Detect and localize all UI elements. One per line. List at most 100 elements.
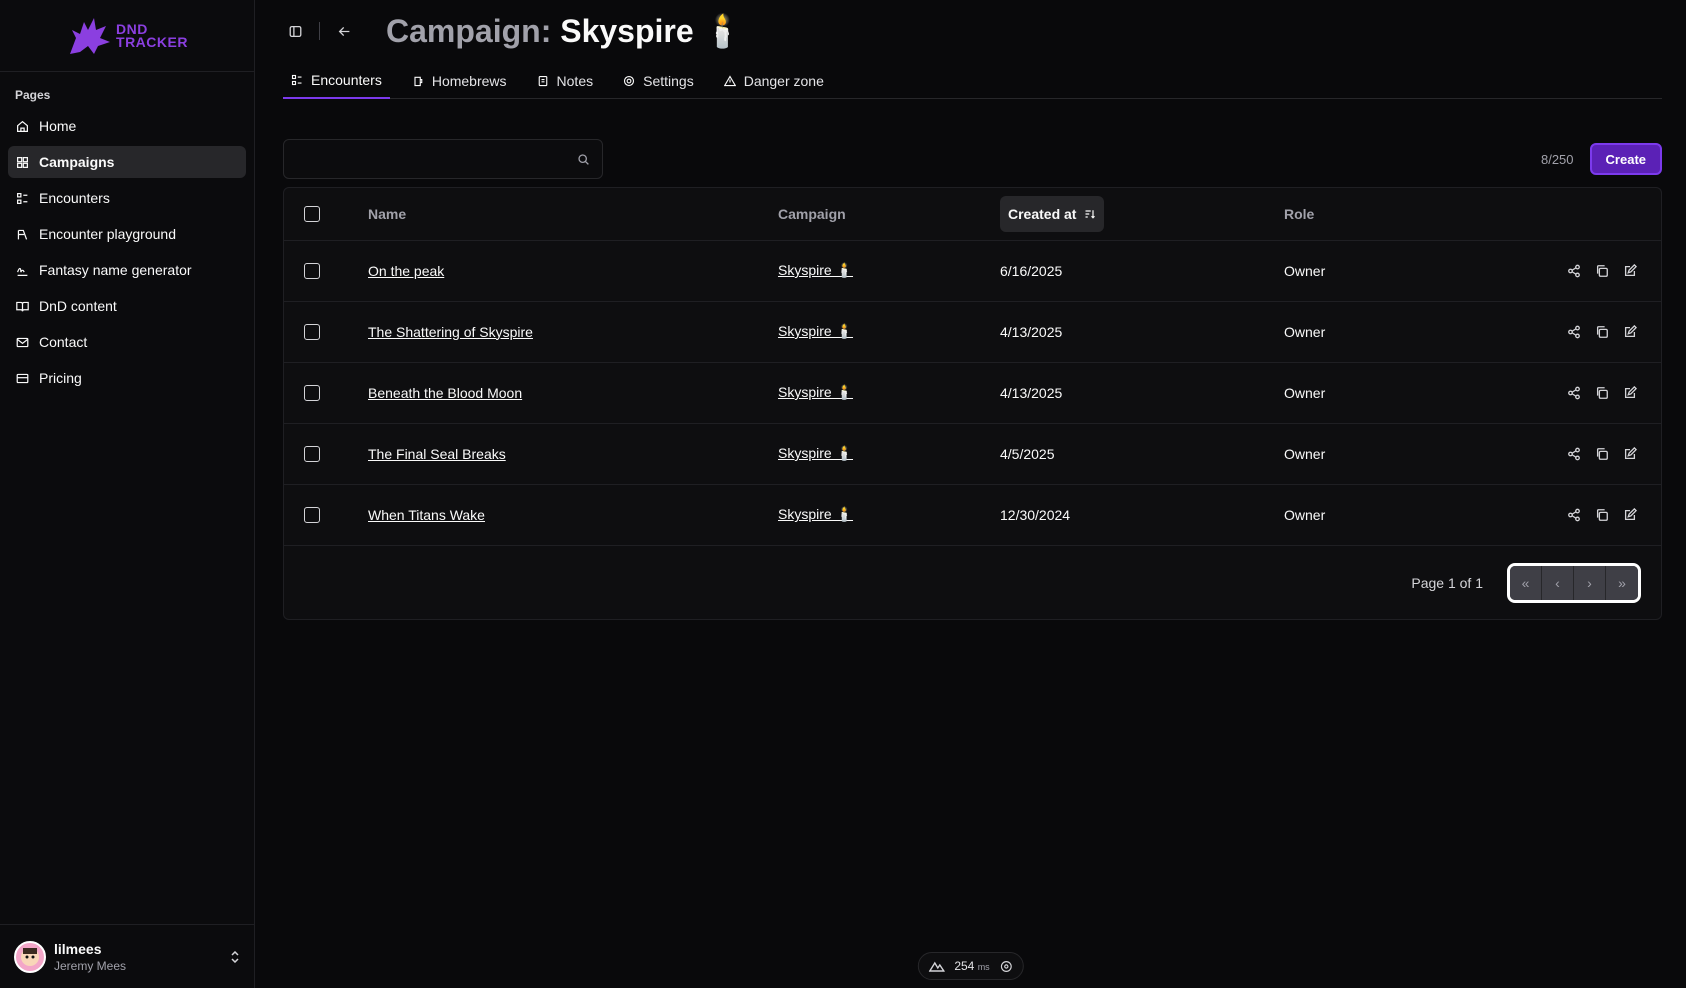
tab-notes[interactable]: Notes (529, 62, 602, 99)
card-icon (16, 373, 29, 383)
sidebar-item-label: DnD content (39, 298, 117, 314)
sort-icon (1085, 210, 1096, 219)
tab-homebrews[interactable]: Homebrews (404, 62, 515, 99)
sidebar-nav: Home Campaigns Encounters Encounter play… (0, 110, 254, 394)
user-menu[interactable]: lilmees Jeremy Mees (0, 924, 254, 988)
chevrons-left-icon: « (1521, 574, 1530, 591)
sort-created-label: Created at (1008, 205, 1077, 222)
column-header-actions (1399, 188, 1661, 240)
grid-icon (17, 156, 28, 168)
copy-icon[interactable] (1595, 386, 1609, 400)
logo[interactable]: DND TRACKER (66, 16, 188, 56)
row-checkbox[interactable] (304, 446, 320, 463)
next-page-button[interactable]: › (1574, 565, 1606, 600)
toggle-sidebar-button[interactable] (283, 19, 307, 43)
campaign-link[interactable]: Skyspire 🕯️ (778, 445, 853, 461)
encounter-name-link[interactable]: Beneath the Blood Moon (368, 385, 522, 401)
row-name-cell: The Final Seal Breaks (368, 422, 778, 484)
tabs: Encounters Homebrews Notes Settings Dang… (283, 62, 1662, 99)
mountain-icon (928, 961, 945, 972)
sort-created-button[interactable]: Created at (1000, 195, 1105, 232)
sidebar-item-label: Contact (39, 334, 88, 350)
user-text: lilmees Jeremy Mees (54, 941, 222, 973)
edit-icon[interactable] (1623, 263, 1637, 278)
edit-icon[interactable] (1623, 446, 1637, 461)
copy-icon[interactable] (1595, 447, 1609, 461)
row-created-cell: 4/13/2025 (1000, 300, 1284, 362)
row-role-cell: Owner (1284, 422, 1399, 484)
beer-icon (414, 76, 423, 86)
sidebar-item-encounters[interactable]: Encounters (8, 182, 246, 214)
tab-label: Homebrews (431, 72, 507, 89)
row-name-cell: On the peak (368, 239, 778, 301)
row-created-cell: 4/13/2025 (1000, 361, 1284, 423)
list-icon (17, 192, 28, 204)
copy-icon[interactable] (1595, 508, 1609, 522)
row-checkbox[interactable] (304, 385, 320, 402)
pages-section-label: Pages (15, 88, 51, 102)
sidebar-item-home[interactable]: Home (8, 110, 246, 142)
share-icon[interactable] (1567, 447, 1581, 461)
row-campaign-cell: Skyspire 🕯️ (778, 483, 1000, 545)
copy-icon[interactable] (1595, 325, 1609, 339)
logo-text: DND TRACKER (116, 22, 188, 49)
campaign-link[interactable]: Skyspire 🕯️ (778, 262, 853, 278)
row-actions (1399, 324, 1661, 339)
perf-unit: ms (977, 962, 990, 972)
first-page-button[interactable]: « (1510, 565, 1542, 600)
list-icon (291, 74, 302, 85)
encounter-name-link[interactable]: On the peak (368, 263, 444, 279)
tab-label: Encounters (311, 71, 382, 88)
note-icon (538, 75, 547, 86)
row-checkbox[interactable] (304, 507, 320, 524)
select-all-checkbox[interactable] (304, 206, 320, 223)
sidebar-item-campaigns[interactable]: Campaigns (8, 146, 246, 178)
tab-encounters[interactable]: Encounters (283, 62, 390, 99)
row-checkbox[interactable] (304, 324, 320, 341)
row-actions (1399, 385, 1661, 400)
copy-icon[interactable] (1595, 264, 1609, 278)
row-role-cell: Owner (1284, 361, 1399, 423)
row-actions-cell (1398, 361, 1661, 423)
create-button[interactable]: Create (1589, 143, 1662, 175)
edit-icon[interactable] (1623, 324, 1637, 339)
chevrons-up-down-icon[interactable] (230, 950, 240, 963)
sidebar-item-pricing[interactable]: Pricing (8, 362, 246, 394)
last-page-button[interactable]: » (1606, 565, 1638, 600)
encounter-count: 8/250 (1540, 151, 1574, 167)
user-full-name: Jeremy Mees (54, 958, 127, 973)
campaign-link[interactable]: Skyspire 🕯️ (778, 323, 853, 339)
search-input[interactable] (296, 151, 577, 167)
topbar-divider (319, 22, 320, 40)
encounter-name-link[interactable]: The Shattering of Skyspire (368, 324, 533, 340)
share-icon[interactable] (1567, 264, 1581, 278)
edit-icon[interactable] (1623, 385, 1637, 400)
encounter-name-link[interactable]: The Final Seal Breaks (368, 446, 506, 462)
row-campaign-cell: Skyspire 🕯️ (778, 422, 1000, 484)
prev-page-button[interactable]: ‹ (1542, 565, 1574, 600)
sidebar-item-dnd-content[interactable]: DnD content (8, 290, 246, 322)
edit-icon[interactable] (1623, 507, 1637, 522)
arrow-left-icon (338, 26, 349, 36)
page-indicator: Page 1 of 1 (1411, 574, 1483, 591)
back-button[interactable] (332, 19, 356, 43)
share-icon[interactable] (1567, 386, 1581, 400)
sidebar-item-encounter-playground[interactable]: Encounter playground (8, 218, 246, 250)
table-footer: Page 1 of 1 « ‹ › » (284, 545, 1661, 619)
campaign-link[interactable]: Skyspire 🕯️ (778, 506, 853, 522)
row-checkbox[interactable] (304, 263, 320, 280)
share-icon[interactable] (1567, 325, 1581, 339)
tab-danger-zone[interactable]: Danger zone (716, 62, 832, 99)
topbar: Campaign: Skyspire 🕯️ (283, 0, 1662, 62)
row-select-cell (284, 361, 368, 423)
perf-indicator[interactable]: 254 ms (917, 952, 1024, 980)
sidebar-item-fantasy-name-generator[interactable]: Fantasy name generator (8, 254, 246, 286)
sidebar-item-contact[interactable]: Contact (8, 326, 246, 358)
share-icon[interactable] (1567, 508, 1581, 522)
row-actions-cell (1398, 422, 1661, 484)
gear-icon (624, 75, 635, 86)
encounter-name-link[interactable]: When Titans Wake (368, 507, 485, 523)
campaign-link[interactable]: Skyspire 🕯️ (778, 384, 853, 400)
tab-settings[interactable]: Settings (615, 62, 702, 99)
target-icon[interactable] (1000, 960, 1013, 973)
